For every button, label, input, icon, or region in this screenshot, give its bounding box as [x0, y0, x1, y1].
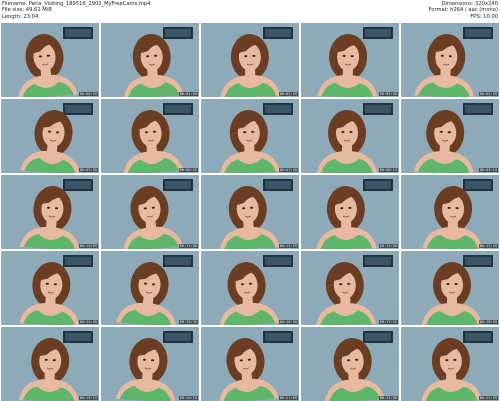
- thumbnail-grid: 00:00:55 00:01:50 00:02:45 00:03:40 00:04:35…: [0, 23, 500, 401]
- thumbnail-timestamp: 00:13:45: [478, 244, 498, 248]
- video-thumbnail: 00:05:30: [1, 99, 99, 173]
- thumbnail-timestamp: 00:00:55: [78, 92, 98, 96]
- video-thumbnail: 00:15:35: [101, 251, 199, 325]
- video-thumbnail: 00:10:05: [1, 175, 99, 249]
- thumbnail-timestamp: 00:08:15: [378, 168, 398, 172]
- video-thumbnail: 00:01:50: [101, 23, 199, 97]
- video-thumbnail: 00:11:55: [201, 175, 299, 249]
- video-thumbnail: 00:03:40: [301, 23, 399, 97]
- webcam-frame-image: [301, 99, 399, 173]
- webcam-frame-image: [1, 99, 99, 173]
- length-value: 23:04: [23, 13, 39, 20]
- video-thumbnail: 00:12:50: [301, 175, 399, 249]
- thumbnail-timestamp: 00:11:55: [278, 244, 298, 248]
- video-thumbnail: 00:09:10: [401, 99, 499, 173]
- thumbnail-timestamp: 00:21:05: [278, 396, 298, 400]
- webcam-frame-image: [101, 99, 199, 173]
- thumbnail-timestamp: 00:04:35: [478, 92, 498, 96]
- thumbnail-timestamp: 00:01:50: [178, 92, 198, 96]
- webcam-frame-image: [401, 23, 499, 97]
- thumbnail-timestamp: 00:02:45: [278, 92, 298, 96]
- format-value: h264 / aac (mono): [450, 7, 498, 14]
- video-thumbnail: 00:17:25: [301, 251, 399, 325]
- video-thumbnail: 00:04:35: [401, 23, 499, 97]
- thumbnail-timestamp: 00:17:25: [378, 320, 398, 324]
- thumbnail-timestamp: 00:19:15: [78, 396, 98, 400]
- webcam-frame-image: [401, 327, 499, 401]
- video-thumbnail: 00:11:00: [101, 175, 199, 249]
- webcam-frame-image: [301, 251, 399, 325]
- video-thumbnail: 00:07:20: [201, 99, 299, 173]
- webcam-frame-image: [301, 23, 399, 97]
- webcam-frame-image: [1, 327, 99, 401]
- video-thumbnail: 00:08:15: [301, 99, 399, 173]
- thumbnail-timestamp: 00:14:40: [78, 320, 98, 324]
- video-thumbnail: 00:19:15: [1, 327, 99, 401]
- webcam-frame-image: [401, 99, 499, 173]
- video-thumbnail: 00:21:05: [201, 327, 299, 401]
- webcam-frame-image: [101, 175, 199, 249]
- thumbnail-timestamp: 00:18:20: [478, 320, 498, 324]
- video-thumbnail: 00:18:20: [401, 251, 499, 325]
- fps-label: FPS:: [470, 13, 482, 20]
- webcam-frame-image: [101, 251, 199, 325]
- thumbnail-timestamp: 00:09:10: [478, 168, 498, 172]
- video-thumbnail: 00:22:00: [301, 327, 399, 401]
- video-thumbnail: 00:06:25: [101, 99, 199, 173]
- webcam-frame-image: [201, 327, 299, 401]
- thumbnail-timestamp: 00:06:25: [178, 168, 198, 172]
- filename-value: Perla_Visiting_189516_2902_MyFreeCams.mp…: [28, 1, 151, 7]
- webcam-frame-image: [201, 175, 299, 249]
- video-thumbnail: 00:20:10: [101, 327, 199, 401]
- thumbnail-timestamp: 00:12:50: [378, 244, 398, 248]
- webcam-frame-image: [101, 327, 199, 401]
- video-thumbnail: 00:00:55: [1, 23, 99, 97]
- header-info: Filename: Perla_Visiting_189516_2902_MyF…: [0, 0, 500, 22]
- length-label: Length:: [2, 13, 22, 20]
- filesize-value: 49.61 MiB: [25, 7, 52, 14]
- format-label: Format:: [428, 7, 449, 14]
- webcam-frame-image: [201, 251, 299, 325]
- thumbnail-timestamp: 00:11:00: [178, 244, 198, 248]
- dimensions-label: Dimensions:: [441, 1, 474, 7]
- thumbnail-timestamp: 00:05:30: [78, 168, 98, 172]
- thumbnail-timestamp: 00:20:10: [178, 396, 198, 400]
- video-thumbnail: 00:02:45: [201, 23, 299, 97]
- webcam-frame-image: [401, 251, 499, 325]
- webcam-frame-image: [1, 23, 99, 97]
- filename-label: Filename:: [2, 1, 28, 7]
- thumbnail-timestamp: 00:22:55: [478, 396, 498, 400]
- video-thumbnail: 00:13:45: [401, 175, 499, 249]
- webcam-frame-image: [401, 175, 499, 249]
- video-thumbnail: 00:22:55: [401, 327, 499, 401]
- file-meta-right: Dimensions: 320x240 Format: h264 / aac (…: [428, 1, 498, 20]
- fps-value: 10.00: [483, 13, 498, 20]
- webcam-frame-image: [101, 23, 199, 97]
- webcam-frame-image: [201, 99, 299, 173]
- file-meta-left: Filename: Perla_Visiting_189516_2902_MyF…: [2, 1, 151, 20]
- thumbnail-timestamp: 00:22:00: [378, 396, 398, 400]
- video-thumbnail: 00:16:30: [201, 251, 299, 325]
- video-thumbnail: 00:14:40: [1, 251, 99, 325]
- thumbnail-timestamp: 00:07:20: [278, 168, 298, 172]
- webcam-frame-image: [301, 175, 399, 249]
- thumbnail-timestamp: 00:15:35: [178, 320, 198, 324]
- webcam-frame-image: [201, 23, 299, 97]
- webcam-frame-image: [301, 327, 399, 401]
- dimensions-value: 320x240: [475, 1, 498, 7]
- thumbnail-timestamp: 00:03:40: [378, 92, 398, 96]
- thumbnail-timestamp: 00:16:30: [278, 320, 298, 324]
- webcam-frame-image: [1, 175, 99, 249]
- webcam-frame-image: [1, 251, 99, 325]
- filesize-label: File size:: [2, 7, 25, 14]
- thumbnail-timestamp: 00:10:05: [78, 244, 98, 248]
